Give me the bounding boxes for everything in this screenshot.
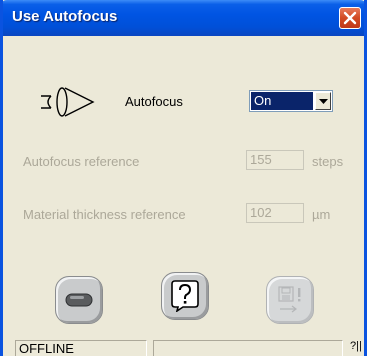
save-button[interactable]	[266, 276, 314, 324]
title-bar[interactable]: Use Autofocus	[3, 0, 364, 36]
dropdown-arrow-button[interactable]	[315, 92, 331, 110]
save-disk-icon	[278, 286, 301, 313]
autofocus-select-value: On	[251, 92, 313, 110]
material-thickness-field[interactable]: 102	[246, 203, 304, 223]
status-message	[153, 340, 343, 356]
status-indicator: ?||	[350, 340, 362, 352]
material-thickness-unit: µm	[312, 207, 331, 222]
chevron-down-icon	[319, 99, 328, 104]
close-icon	[343, 11, 357, 25]
autofocus-window: Use Autofocus Autofocus On Autofocus ref…	[0, 0, 367, 356]
help-button[interactable]	[161, 272, 209, 320]
material-thickness-label: Material thickness reference	[23, 207, 186, 222]
status-bar: OFFLINE	[3, 336, 364, 356]
autofocus-reference-field[interactable]: 155	[246, 150, 304, 170]
minimize-button[interactable]	[55, 276, 103, 324]
question-icon	[171, 280, 199, 312]
window-title: Use Autofocus	[12, 8, 118, 25]
autofocus-label: Autofocus	[125, 94, 183, 109]
lens-icon	[41, 87, 95, 117]
pill-icon	[65, 293, 93, 307]
connection-status: OFFLINE	[15, 340, 147, 356]
autofocus-reference-unit: steps	[312, 154, 344, 169]
close-button[interactable]	[339, 7, 361, 29]
autofocus-reference-label: Autofocus reference	[23, 154, 140, 169]
autofocus-select[interactable]: On	[249, 90, 333, 112]
